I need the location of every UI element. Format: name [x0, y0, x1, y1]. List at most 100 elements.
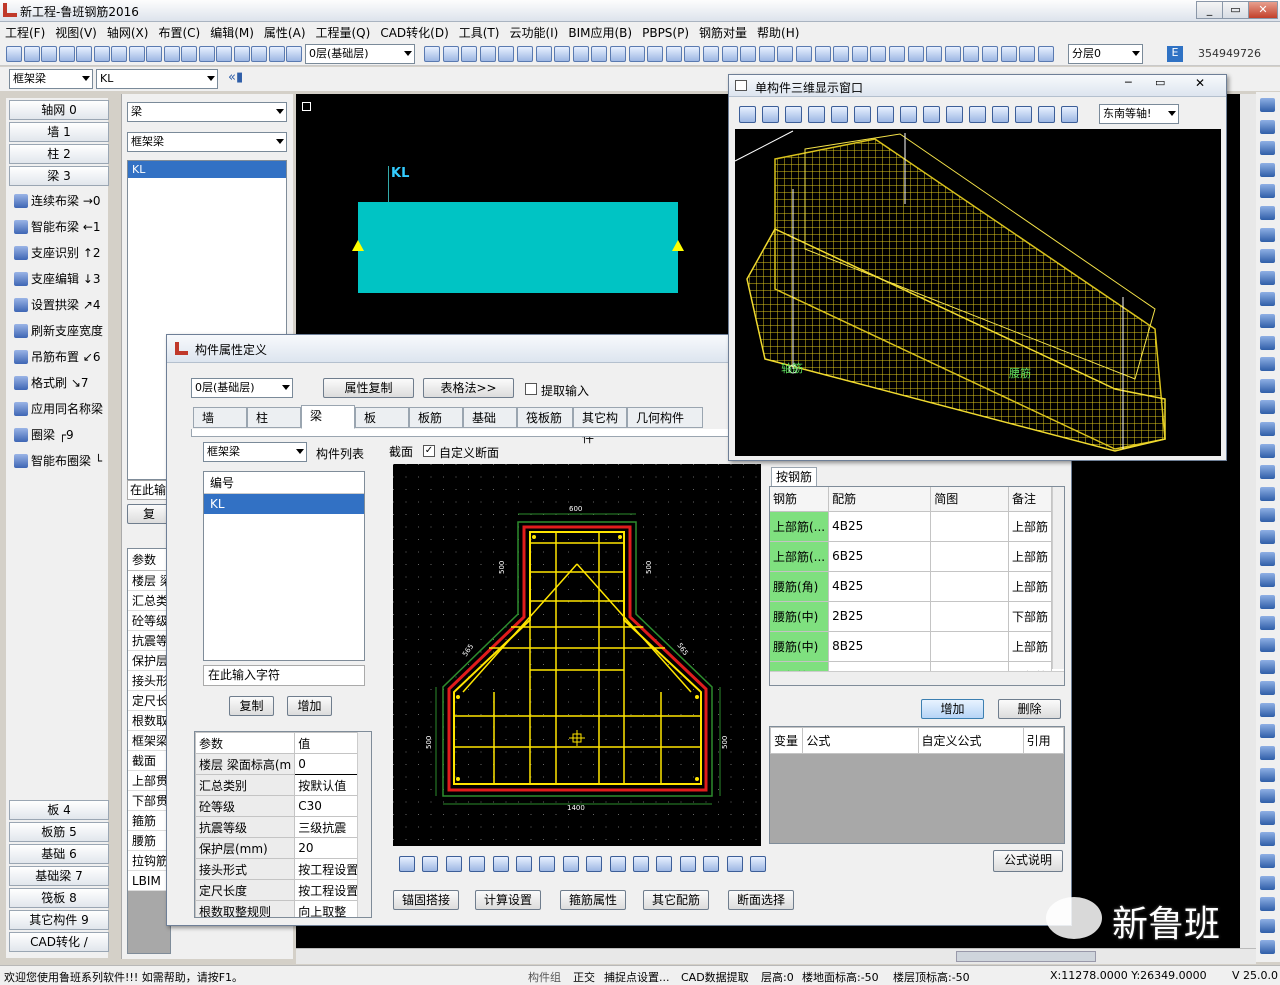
tab-1[interactable]: 柱 — [247, 407, 301, 428]
param-row[interactable]: 保护层(mm) 20 — [195, 837, 363, 859]
side-tool-icon[interactable] — [1260, 443, 1275, 458]
formula-help-button[interactable]: 公式说明 — [993, 850, 1063, 872]
section-tool-icon[interactable] — [492, 856, 509, 872]
toolbar-tool-icon[interactable] — [870, 46, 887, 62]
nav-command-item[interactable]: 支座识别 ↑2 — [14, 242, 101, 264]
component-add-button[interactable]: 增加 — [287, 696, 332, 716]
canvas-hscroll[interactable] — [296, 948, 1256, 964]
nav-category-button[interactable]: 筏板 8 — [9, 888, 109, 908]
panel-param-row[interactable]: 箍筋 — [128, 811, 170, 831]
menu-item[interactable]: 工程量(Q) — [311, 22, 376, 43]
toolbar-tool-icon[interactable] — [628, 46, 645, 62]
name-select[interactable]: KL — [96, 69, 218, 89]
nav-category-button[interactable]: 墙 1 — [9, 122, 109, 142]
side-tool-icon[interactable] — [1260, 702, 1275, 717]
rebar-add-button[interactable]: 增加 — [921, 699, 984, 719]
toolbar-tool-icon[interactable] — [461, 46, 478, 62]
side-tool-icon[interactable] — [1260, 378, 1275, 393]
rebar-cell[interactable] — [930, 601, 1009, 632]
menu-item[interactable]: 工具(T) — [454, 22, 505, 43]
side-tool-icon[interactable] — [1260, 616, 1275, 631]
param-row[interactable]: 汇总类别 按默认值 — [195, 774, 363, 796]
toolbar-tool-icon[interactable] — [833, 46, 850, 62]
nav-command-item[interactable]: 连续布梁 →0 — [14, 190, 101, 212]
section-tool-icon[interactable] — [469, 856, 486, 872]
nav-category-button[interactable]: 其它构件 9 — [9, 910, 109, 930]
nav-command-item[interactable]: 支座编辑 ↓3 — [14, 268, 101, 290]
rebar-cell[interactable]: 腰筋(角) — [770, 571, 830, 602]
rebar-table-vscroll[interactable] — [1052, 487, 1064, 669]
tab-4[interactable]: 板筋 — [409, 407, 463, 428]
side-tool-icon[interactable] — [1260, 508, 1275, 523]
rebar-cell[interactable]: 上部筋(... — [770, 511, 830, 542]
side-tool-icon[interactable] — [1260, 854, 1275, 868]
panel-category-select[interactable]: 梁 — [127, 102, 287, 122]
panel-param-row[interactable]: 抗震等 — [128, 631, 170, 651]
param-value[interactable]: C30 — [294, 795, 363, 817]
param-value[interactable]: 按默认值 — [294, 774, 363, 796]
user-icon[interactable]: E — [1167, 46, 1183, 62]
side-tool-icon[interactable] — [1260, 897, 1275, 912]
nav-command-item[interactable]: 格式刷 ↘7 — [14, 372, 89, 394]
floor-select[interactable]: 0层(基础层) — [305, 44, 415, 64]
status-cad[interactable]: CAD数据提取 — [681, 969, 749, 985]
section-tool-icon[interactable] — [656, 856, 673, 872]
panel-search-input[interactable]: 在此输 — [127, 480, 171, 500]
rebar-cell[interactable]: 上部筋 — [1008, 511, 1053, 542]
rebar-row[interactable]: 上部筋(... 6B25 上部筋 — [770, 541, 1053, 572]
collapse-icon[interactable]: «▮ — [228, 70, 243, 85]
toolbar-tool-icon[interactable] — [740, 46, 757, 62]
section-tool-icon[interactable] — [609, 856, 626, 872]
toolbar-tool-icon[interactable] — [23, 46, 40, 62]
component-search-input[interactable]: 在此输入字符 — [203, 665, 365, 686]
nav-command-item[interactable]: 应用同名称梁 — [14, 398, 103, 420]
3d-tool-icon[interactable] — [969, 106, 986, 123]
panel-param-row[interactable]: 腰筋 — [128, 831, 170, 851]
toolbar-tool-icon[interactable] — [665, 46, 682, 62]
toolbar-tool-icon[interactable] — [233, 46, 250, 62]
menu-item[interactable]: 钢筋对量 — [694, 22, 752, 43]
toolbar-tool-icon[interactable] — [181, 46, 197, 62]
rebar-row[interactable]: 腰筋(中) 2B25 下部筋 — [770, 601, 1053, 632]
3d-tool-icon[interactable] — [808, 106, 825, 123]
toolbar-tool-icon[interactable] — [111, 46, 127, 62]
toolbar-tool-icon[interactable] — [517, 46, 533, 62]
side-tool-icon[interactable] — [1260, 400, 1275, 415]
toolbar-tool-icon[interactable] — [286, 46, 302, 62]
side-tool-icon[interactable] — [1260, 746, 1275, 760]
toolbar-tool-icon[interactable] — [1037, 46, 1054, 62]
tab-5[interactable]: 基础 — [463, 407, 517, 428]
dialog-bottom-button[interactable]: 计算设置 — [475, 890, 541, 910]
nav-category-button[interactable]: 板筋 5 — [9, 822, 109, 842]
toolbar-tool-icon[interactable] — [41, 46, 57, 62]
3d-tool-icon[interactable] — [946, 106, 963, 123]
rebar-cell[interactable]: 上部筋 — [1008, 571, 1053, 602]
side-tool-icon[interactable] — [1260, 486, 1275, 501]
menu-item[interactable]: 布置(C) — [153, 22, 205, 43]
side-tool-icon[interactable] — [1260, 832, 1275, 847]
layer-select[interactable]: 分层0 — [1068, 44, 1143, 64]
canvas-vscroll[interactable] — [1240, 94, 1256, 949]
tab-2[interactable]: 梁 — [301, 405, 355, 429]
toolbar-tool-icon[interactable] — [703, 46, 719, 62]
param-value[interactable]: 向上取整 — [294, 900, 363, 917]
panel-param-row[interactable]: LBIM — [128, 871, 170, 891]
maximize-button[interactable]: ▭ — [1222, 1, 1249, 19]
rebar-row[interactable]: 上部筋(... 4B25 上部筋 — [770, 511, 1053, 542]
dialog-bottom-button[interactable]: 箍筋属性 — [560, 890, 626, 910]
panel-param-row[interactable]: 接头形 — [128, 671, 170, 691]
toolbar-tool-icon[interactable] — [146, 46, 162, 62]
toolbar-tool-icon[interactable] — [93, 46, 110, 62]
nav-command-item[interactable]: 刷新支座宽度 — [14, 320, 103, 342]
component-list-item[interactable]: KL — [204, 494, 364, 514]
side-tool-icon[interactable] — [1260, 594, 1275, 609]
param-value[interactable]: 按工程设置 — [294, 858, 363, 880]
type-select[interactable]: 框架梁 — [9, 69, 93, 89]
toolbar-tool-icon[interactable] — [554, 46, 571, 62]
nav-category-button[interactable]: 板 4 — [9, 800, 109, 820]
toolbar-tool-icon[interactable] — [1000, 46, 1017, 62]
section-tool-icon[interactable] — [445, 856, 462, 872]
component-type-select[interactable]: 框架梁 — [203, 442, 307, 462]
section-canvas[interactable]: 600 1400 500 500 565 565 500 500 — [393, 464, 761, 846]
side-tool-icon[interactable] — [1260, 184, 1275, 199]
